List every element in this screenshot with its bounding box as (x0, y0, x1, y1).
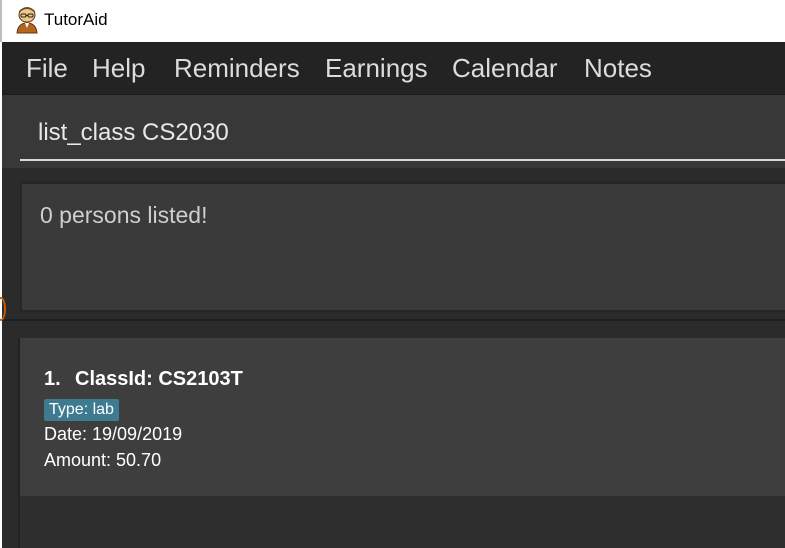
menu-calendar[interactable]: Calendar (452, 52, 558, 84)
menu-file[interactable]: File (26, 52, 68, 84)
item-index: 1. (44, 368, 61, 390)
tutor-avatar-icon (16, 7, 38, 34)
main-app-area: File Help Reminders Earnings Calendar No… (0, 42, 785, 548)
menu-bar: File Help Reminders Earnings Calendar No… (2, 42, 785, 95)
result-panel: 0 persons listed! (2, 169, 785, 321)
item-amount: Amount: 50.70 (44, 450, 162, 470)
menu-reminders[interactable]: Reminders (174, 52, 300, 84)
menu-earnings[interactable]: Earnings (325, 52, 428, 84)
type-tag: Type: lab (44, 399, 119, 421)
command-box (2, 95, 785, 168)
menu-help[interactable]: Help (92, 52, 145, 84)
app-window: TutorAid File Help Reminders Earnings Ca… (0, 0, 785, 548)
title-bar[interactable]: TutorAid (0, 0, 785, 42)
earnings-list[interactable]: 1. ClassId: CS2103T Type: lab Date: 19/0… (18, 338, 785, 548)
menu-notes[interactable]: Notes (584, 52, 652, 84)
result-display[interactable]: 0 persons listed! (20, 182, 785, 312)
command-input[interactable] (20, 105, 785, 161)
item-date: Date: 19/09/2019 (44, 424, 183, 444)
earnings-list-panel: 1. ClassId: CS2103T Type: lab Date: 19/0… (2, 324, 785, 548)
list-item[interactable]: 1. ClassId: CS2103T Type: lab Date: 19/0… (20, 338, 785, 496)
window-title: TutorAid (44, 10, 108, 29)
item-class-id: ClassId: CS2103T (75, 368, 243, 390)
